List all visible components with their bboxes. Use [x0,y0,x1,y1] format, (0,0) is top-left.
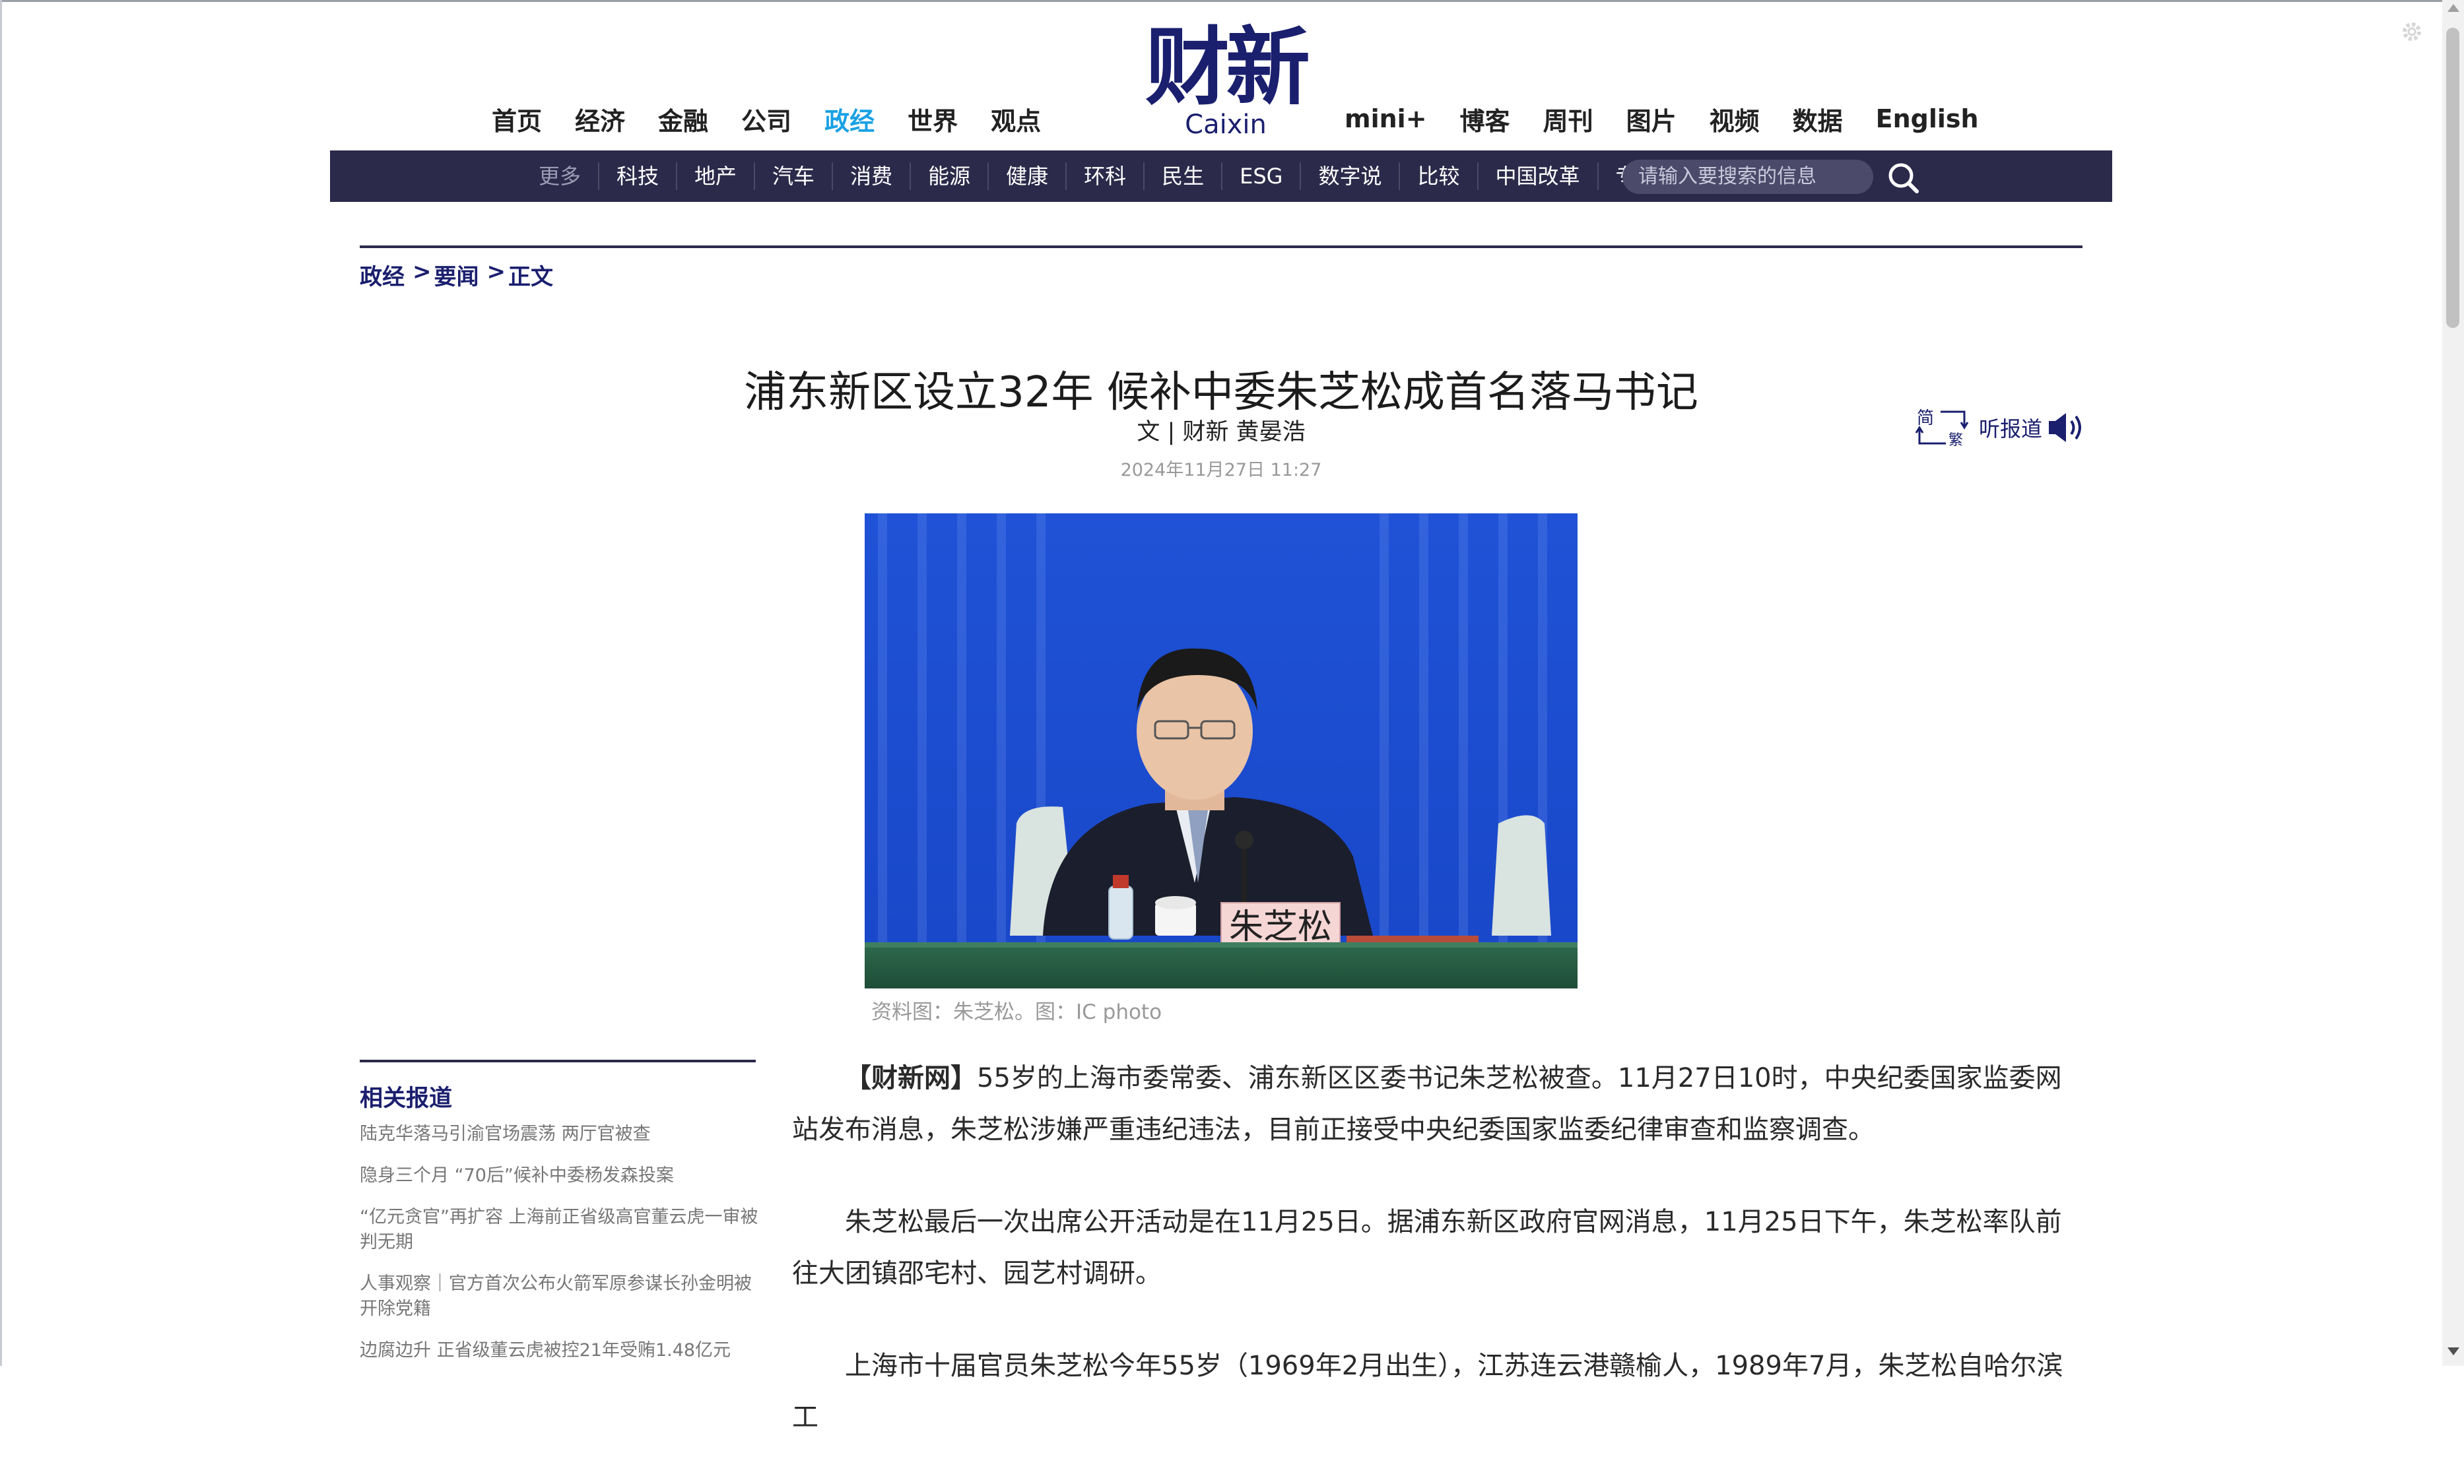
sub-nav-item-energy[interactable]: 能源 [911,162,989,190]
article-body: 【财新网】55岁的上海市委常委、浦东新区区委书记朱芝松被查。11月27日10时，… [792,1052,2082,1484]
article-paragraph-text: 55岁的上海市委常委、浦东新区区委书记朱芝松被查。11月27日10时，中央纪委国… [792,1063,2062,1145]
sub-nav-item-auto[interactable]: 汽车 [755,162,834,190]
breadcrumb-separator: > [486,259,506,285]
related-report-link[interactable]: 人事观察｜官方首次公布火箭军原参谋长孙金明被开除党籍 [360,1272,759,1322]
scrollbar-thumb[interactable] [2446,28,2459,328]
related-report-link[interactable]: “亿元贪官”再扩容 上海前正省级高官董云虎一审被判无期 [360,1205,759,1255]
related-report-link[interactable]: 隐身三个月 “70后”候补中委杨发森投案 [360,1163,759,1188]
window-top-border [0,0,2464,2]
nav-item-economy[interactable]: 经济 [575,101,625,137]
nav-item-weekly[interactable]: 周刊 [1543,101,1593,137]
article-photo: 朱芝松 [865,513,1578,988]
article-lead-tag: 【财新网】 [845,1063,977,1093]
nav-item-blog[interactable]: 博客 [1460,101,1510,137]
photo-caption: 资料图：朱芝松。图：IC photo [871,1000,1162,1024]
sub-nav-more[interactable]: 更多 [521,162,600,190]
main-nav-right: mini+ 博客 周刊 图片 视频 数据 English [1345,99,2012,139]
sub-nav-item-realestate[interactable]: 地产 [677,162,756,190]
sub-nav-item-compare[interactable]: 比较 [1400,162,1479,190]
breadcrumb-separator: > [413,259,432,285]
nav-item-opinion[interactable]: 观点 [991,101,1041,137]
sub-nav-items: 更多 科技 地产 汽车 消费 能源 健康 环科 民生 ESG 数字说 比较 中国… [521,150,1675,202]
breadcrumb: 政经 > 要闻 > 正文 [360,259,553,291]
article-date: 2024年11月27日 11:27 [1120,460,1322,480]
scroll-up-arrow-icon[interactable] [2447,4,2459,12]
listen-article-button[interactable]: 听报道 [1979,412,2042,443]
sub-nav-item-tech[interactable]: 科技 [599,162,678,190]
photo-nameplate: 朱芝松 [1229,907,1332,947]
search-input[interactable] [1622,160,1873,194]
main-nav-left: 首页 经济 金融 公司 政经 世界 观点 [492,99,1074,139]
sub-nav-item-data-talk[interactable]: 数字说 [1301,162,1401,190]
nav-item-finance[interactable]: 金融 [658,101,708,137]
speaker-icon[interactable] [2048,411,2086,444]
nav-item-mini[interactable]: mini+ [1345,104,1427,133]
sub-nav-item-environment[interactable]: 环科 [1067,162,1145,190]
search-icon[interactable] [1885,160,1922,197]
nav-item-world[interactable]: 世界 [908,101,958,137]
gear-icon[interactable] [2399,18,2425,45]
related-reports-title: 相关报道 [360,1085,453,1112]
sub-nav-item-consumer[interactable]: 消费 [833,162,912,190]
breadcrumb-politics[interactable]: 政经 [360,259,405,291]
related-reports-list: 陆克华落马引渝官场震荡 两厅官被查 隐身三个月 “70后”候补中委杨发森投案 “… [360,1122,759,1380]
breadcrumb-article: 正文 [508,264,553,290]
nav-item-politics[interactable]: 政经 [824,101,875,137]
nav-item-photos[interactable]: 图片 [1626,101,1677,137]
sub-nav-item-esg[interactable]: ESG [1222,162,1302,190]
article-paragraph: 朱芝松最后一次出席公开活动是在11月25日。据浦东新区政府官网消息，11月25日… [792,1207,2062,1289]
caixin-logo[interactable]: 财新 Caixin [1143,18,1310,141]
scroll-down-arrow-icon[interactable] [2447,1347,2459,1355]
breadcrumb-headlines[interactable]: 要闻 [434,259,479,291]
article-tools: 简 繁 听报道 [1914,406,2086,449]
breadcrumb-divider [360,245,2082,248]
sub-nav-item-livelihood[interactable]: 民生 [1145,162,1223,190]
nav-item-data[interactable]: 数据 [1793,101,1843,137]
simplified-traditional-toggle-icon[interactable]: 简 繁 [1914,406,1972,449]
sidebar-divider [360,1060,756,1062]
simplified-char: 简 [1917,408,1934,428]
window-left-border [0,0,2,1366]
sub-nav-item-china-reform[interactable]: 中国改革 [1479,162,1599,190]
article-paragraph: 上海市十届官员朱芝松今年55岁（1969年2月出生），江苏连云港赣榆人，1989… [792,1351,2063,1433]
nav-item-english[interactable]: English [1876,104,1979,133]
nav-item-video[interactable]: 视频 [1710,101,1760,137]
nav-item-companies[interactable]: 公司 [741,101,791,137]
sub-nav-bar: 更多 科技 地产 汽车 消费 能源 健康 环科 民生 ESG 数字说 比较 中国… [330,150,2112,202]
traditional-char: 繁 [1948,432,1963,449]
article-paragraph: 【财新网】55岁的上海市委常委、浦东新区区委书记朱芝松被查。11月27日10时，… [792,1052,2082,1155]
related-report-link[interactable]: 陆克华落马引渝官场震荡 两厅官被查 [360,1122,759,1147]
nav-item-home[interactable]: 首页 [492,101,542,137]
related-report-link[interactable]: 边腐边升 正省级董云虎被控21年受贿1.48亿元 [360,1338,759,1363]
sub-nav-item-health[interactable]: 健康 [989,162,1067,190]
logo-chinese: 财新 [1145,18,1310,117]
